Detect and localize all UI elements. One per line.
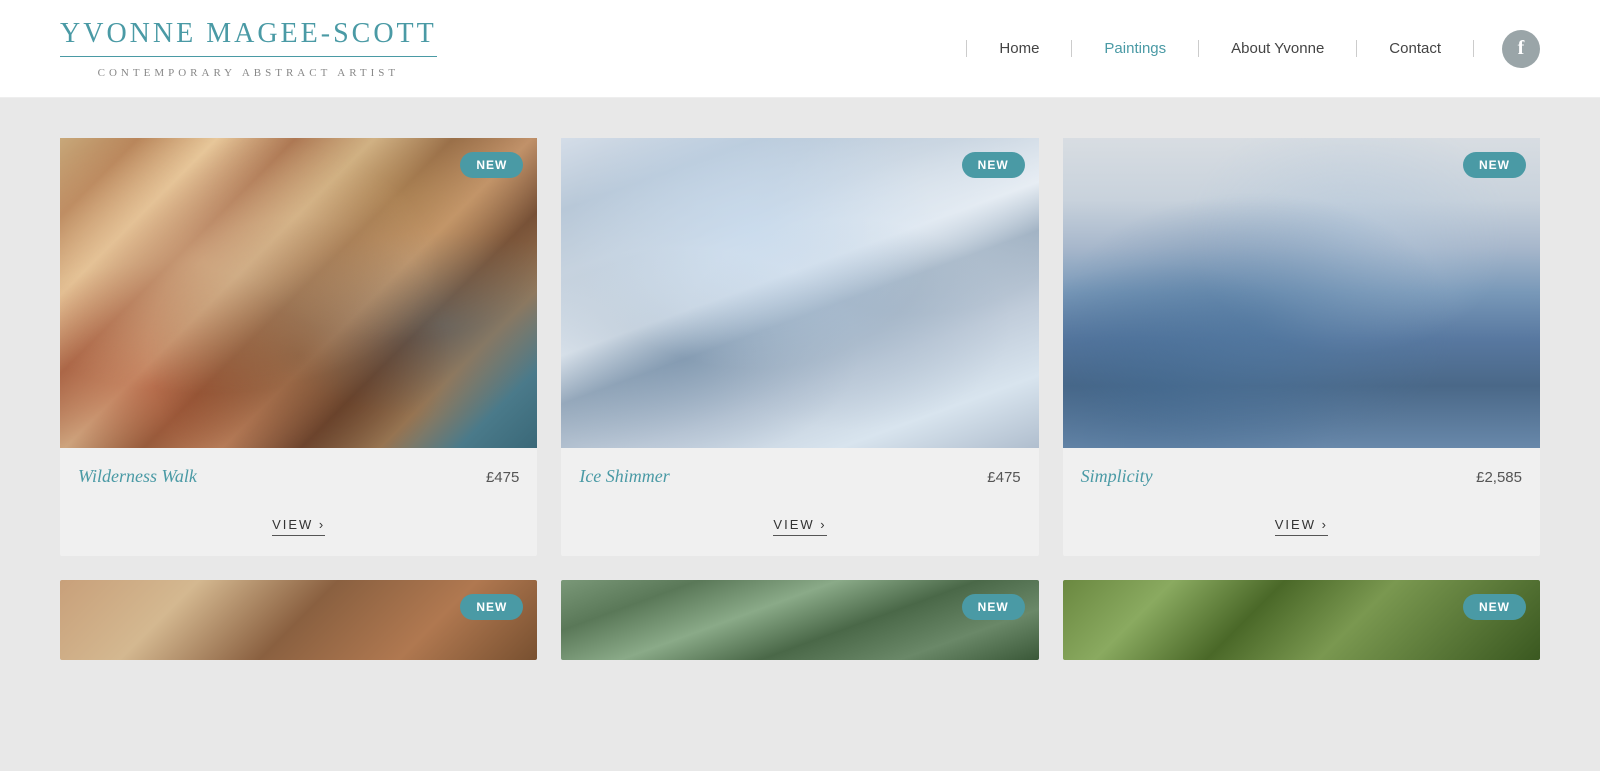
new-badge-simplicity: NEW [1463, 152, 1526, 178]
painting-card-bottom-1: NEW [60, 580, 537, 660]
painting-info-simplicity: Simplicity £2,585 [1063, 448, 1540, 487]
nav-contact[interactable]: Contact [1357, 40, 1474, 57]
new-badge-ice-shimmer: NEW [962, 152, 1025, 178]
painting-info-ice-shimmer: Ice Shimmer £475 [561, 448, 1038, 487]
view-button-simplicity[interactable]: VIEW › [1275, 517, 1328, 536]
new-badge-bottom-3: NEW [1463, 594, 1526, 620]
painting-price-wilderness: £475 [486, 469, 519, 486]
painting-image-bottom-3: NEW [1063, 580, 1540, 660]
paintings-grid: NEW Wilderness Walk £475 VIEW › NEW Ice … [60, 138, 1540, 556]
painting-title-wilderness: Wilderness Walk [78, 466, 197, 487]
painting-image-wilderness: NEW [60, 138, 537, 448]
new-badge-bottom-1: NEW [460, 594, 523, 620]
nav-paintings[interactable]: Paintings [1072, 40, 1199, 57]
view-link-wilderness: VIEW › [60, 509, 537, 536]
painting-card-ice-shimmer: NEW Ice Shimmer £475 VIEW › [561, 138, 1038, 556]
painting-card-wilderness: NEW Wilderness Walk £475 VIEW › [60, 138, 537, 556]
painting-card-bottom-2: NEW [561, 580, 1038, 660]
nav-about[interactable]: About Yvonne [1199, 40, 1357, 57]
painting-info-wilderness: Wilderness Walk £475 [60, 448, 537, 487]
painting-image-bottom-2: NEW [561, 580, 1038, 660]
painting-title-ice-shimmer: Ice Shimmer [579, 466, 669, 487]
view-link-simplicity: VIEW › [1063, 509, 1540, 536]
site-header: YVONNE MAGEE-SCOTT CONTEMPORARY ABSTRACT… [0, 0, 1600, 98]
site-logo: YVONNE MAGEE-SCOTT CONTEMPORARY ABSTRACT… [60, 18, 437, 79]
painting-card-bottom-3: NEW [1063, 580, 1540, 660]
painting-title-simplicity: Simplicity [1081, 466, 1153, 487]
painting-image-bottom-1: NEW [60, 580, 537, 660]
artist-subtitle: CONTEMPORARY ABSTRACT ARTIST [98, 67, 399, 79]
facebook-icon[interactable]: f [1502, 30, 1540, 68]
new-badge-wilderness: NEW [460, 152, 523, 178]
painting-price-ice-shimmer: £475 [987, 469, 1020, 486]
artist-name: YVONNE MAGEE-SCOTT [60, 18, 437, 50]
new-badge-bottom-2: NEW [962, 594, 1025, 620]
logo-divider [60, 56, 437, 57]
painting-card-simplicity: NEW Simplicity £2,585 VIEW › [1063, 138, 1540, 556]
painting-image-ice-shimmer: NEW [561, 138, 1038, 448]
view-link-ice-shimmer: VIEW › [561, 509, 1038, 536]
painting-image-simplicity: NEW [1063, 138, 1540, 448]
main-nav: Home Paintings About Yvonne Contact f [966, 30, 1540, 68]
painting-price-simplicity: £2,585 [1476, 469, 1522, 486]
view-button-ice-shimmer[interactable]: VIEW › [773, 517, 826, 536]
paintings-grid-bottom: NEW NEW NEW [60, 580, 1540, 660]
nav-home[interactable]: Home [966, 40, 1072, 57]
view-button-wilderness[interactable]: VIEW › [272, 517, 325, 536]
main-content: NEW Wilderness Walk £475 VIEW › NEW Ice … [0, 98, 1600, 700]
